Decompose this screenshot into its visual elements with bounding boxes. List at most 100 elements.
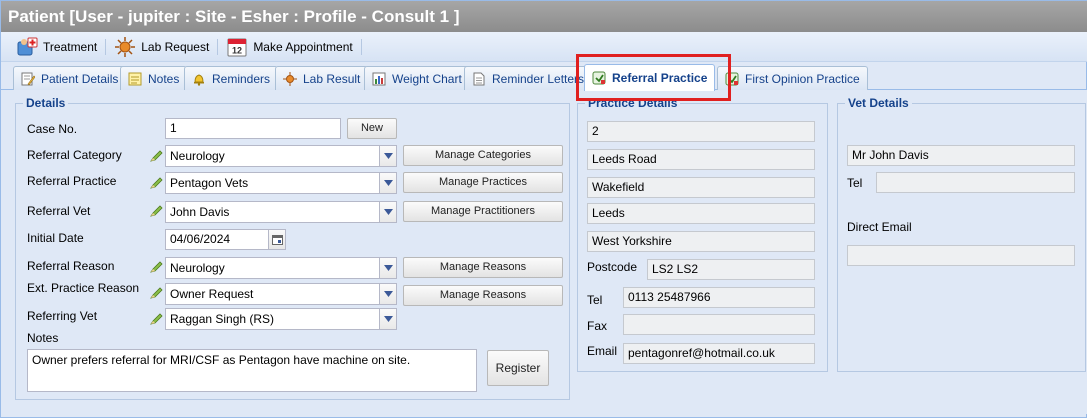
toolbar-separator xyxy=(217,38,219,55)
case-no-input[interactable]: 1 xyxy=(165,118,341,139)
patient-window: Patient [User - jupiter : Site - Esher :… xyxy=(0,0,1087,418)
tab-label: Referral Practice xyxy=(612,71,708,85)
referral-vet-combo[interactable]: John Davis xyxy=(165,201,397,223)
bell-icon xyxy=(192,72,206,86)
chevron-down-icon[interactable] xyxy=(379,258,396,278)
case-no-label: Case No. xyxy=(27,122,78,136)
referring-vet-label: Referring Vet xyxy=(27,309,98,323)
chevron-down-icon[interactable] xyxy=(379,146,396,166)
tab-first-opinion-practice[interactable]: First Opinion Practice xyxy=(717,66,868,90)
treatment-icon xyxy=(16,36,38,58)
tab-label: Lab Result xyxy=(303,71,361,86)
manage-categories-button[interactable]: Manage Categories xyxy=(403,145,563,166)
toolbar-separator xyxy=(360,38,362,55)
register-button[interactable]: Register xyxy=(487,350,549,386)
vet-tel-field[interactable] xyxy=(876,172,1075,193)
tel-field[interactable]: 0113 25487966 xyxy=(623,287,815,308)
manage-practitioners-button[interactable]: Manage Practitioners xyxy=(403,201,563,222)
pencil-icon[interactable] xyxy=(150,149,164,163)
lab-request-button[interactable]: Lab Request xyxy=(109,35,214,59)
chevron-down-icon[interactable] xyxy=(379,173,396,193)
pencil-icon[interactable] xyxy=(150,260,164,274)
referral-practice-combo[interactable]: Pentagon Vets xyxy=(165,172,397,194)
pencil-icon[interactable] xyxy=(150,204,164,218)
tab-label: Weight Chart xyxy=(392,71,462,86)
referral-icon xyxy=(592,71,606,85)
chevron-down-icon[interactable] xyxy=(379,309,396,329)
tab-notes[interactable]: Notes xyxy=(120,66,188,90)
treatment-label: Treatment xyxy=(43,39,98,54)
ext-practice-reason-combo[interactable]: Owner Request xyxy=(165,283,397,305)
initial-date-input[interactable]: 04/06/2024 xyxy=(165,229,286,250)
direct-email-field[interactable] xyxy=(847,245,1075,266)
document-icon xyxy=(472,72,486,86)
tab-patient-details[interactable]: Patient Details xyxy=(13,66,127,90)
combo-value: Pentagon Vets xyxy=(170,176,249,190)
initial-date-label: Initial Date xyxy=(27,231,84,245)
fax-field[interactable] xyxy=(623,314,815,335)
postcode-label: Postcode xyxy=(587,260,638,274)
address-line3-field[interactable]: Wakefield xyxy=(587,177,815,198)
referral-reason-combo[interactable]: Neurology xyxy=(165,257,397,279)
tab-label: Reminders xyxy=(212,71,271,86)
treatment-button[interactable]: Treatment xyxy=(11,35,102,59)
combo-value: Raggan Singh (RS) xyxy=(170,312,275,326)
referral-category-combo[interactable]: Neurology xyxy=(165,145,397,167)
combo-value: Owner Request xyxy=(170,287,254,301)
tab-strip: Patient Details Notes Reminders Lab Resu… xyxy=(1,63,1087,91)
fax-label: Fax xyxy=(587,319,608,333)
ext-practice-reason-label: Ext. Practice Reason xyxy=(27,281,140,295)
lab-request-label: Lab Request xyxy=(141,39,210,54)
chevron-down-icon[interactable] xyxy=(379,202,396,222)
referring-vet-combo[interactable]: Raggan Singh (RS) xyxy=(165,308,397,330)
direct-email-label: Direct Email xyxy=(847,220,912,234)
manage-practices-button[interactable]: Manage Practices xyxy=(403,172,563,193)
chevron-down-icon[interactable] xyxy=(379,284,396,304)
notes-icon xyxy=(128,72,142,86)
referral-practice-panel: Details Case No. 1 New Referral Category… xyxy=(1,90,1087,414)
email-label: Email xyxy=(587,344,618,358)
manage-reasons-button[interactable]: Manage Reasons xyxy=(403,257,563,278)
pencil-icon[interactable] xyxy=(150,286,164,300)
address-line2-field[interactable]: Leeds Road xyxy=(587,149,815,170)
window-title: Patient [User - jupiter : Site - Esher :… xyxy=(1,1,1087,32)
tab-label: Reminder Letters xyxy=(492,71,585,86)
combo-value: John Davis xyxy=(170,205,230,219)
tab-weight-chart[interactable]: Weight Chart xyxy=(364,66,470,90)
address-line5-field[interactable]: West Yorkshire xyxy=(587,231,815,252)
vet-details-legend: Vet Details xyxy=(848,96,909,110)
referral-category-label: Referral Category xyxy=(27,148,122,162)
manage-reasons-button[interactable]: Manage Reasons xyxy=(403,285,563,306)
email-field[interactable]: pentagonref@hotmail.co.uk xyxy=(623,343,815,364)
make-appointment-label: Make Appointment xyxy=(253,39,353,54)
date-picker-icon[interactable] xyxy=(268,230,285,249)
tab-label: Patient Details xyxy=(41,71,119,86)
referral-icon xyxy=(725,72,739,86)
tab-label: Notes xyxy=(148,71,180,86)
tab-lab-result[interactable]: Lab Result xyxy=(275,66,369,90)
date-value: 04/06/2024 xyxy=(170,232,231,246)
postcode-field[interactable]: LS2 LS2 xyxy=(647,259,815,280)
combo-value: Neurology xyxy=(170,261,225,275)
referral-practice-label: Referral Practice xyxy=(27,174,117,188)
combo-value: Neurology xyxy=(170,149,225,163)
notes-textarea[interactable]: Owner prefers referral for MRI/CSF as Pe… xyxy=(27,349,477,392)
referral-vet-label: Referral Vet xyxy=(27,204,91,218)
pencil-icon[interactable] xyxy=(150,176,164,190)
address-line4-field[interactable]: Leeds xyxy=(587,203,815,224)
microbe-icon xyxy=(283,71,297,86)
tab-referral-practice[interactable]: Referral Practice xyxy=(584,64,716,91)
calendar-icon: 12 xyxy=(226,36,248,58)
tab-reminders[interactable]: Reminders xyxy=(184,66,279,90)
tab-reminder-letters[interactable]: Reminder Letters xyxy=(464,66,593,90)
make-appointment-button[interactable]: 12 Make Appointment xyxy=(221,35,357,59)
notes-label: Notes xyxy=(27,331,59,345)
calendar-day: 12 xyxy=(232,45,242,55)
new-button[interactable]: New xyxy=(347,118,397,139)
pencil-icon[interactable] xyxy=(150,312,164,326)
vet-name-field[interactable]: Mr John Davis xyxy=(847,145,1075,166)
details-legend: Details xyxy=(26,96,66,110)
referral-reason-label: Referral Reason xyxy=(27,259,115,273)
toolbar: Treatment Lab Request 12 Make Appointmen… xyxy=(1,32,1087,62)
address-line1-field[interactable]: 2 xyxy=(587,121,815,142)
